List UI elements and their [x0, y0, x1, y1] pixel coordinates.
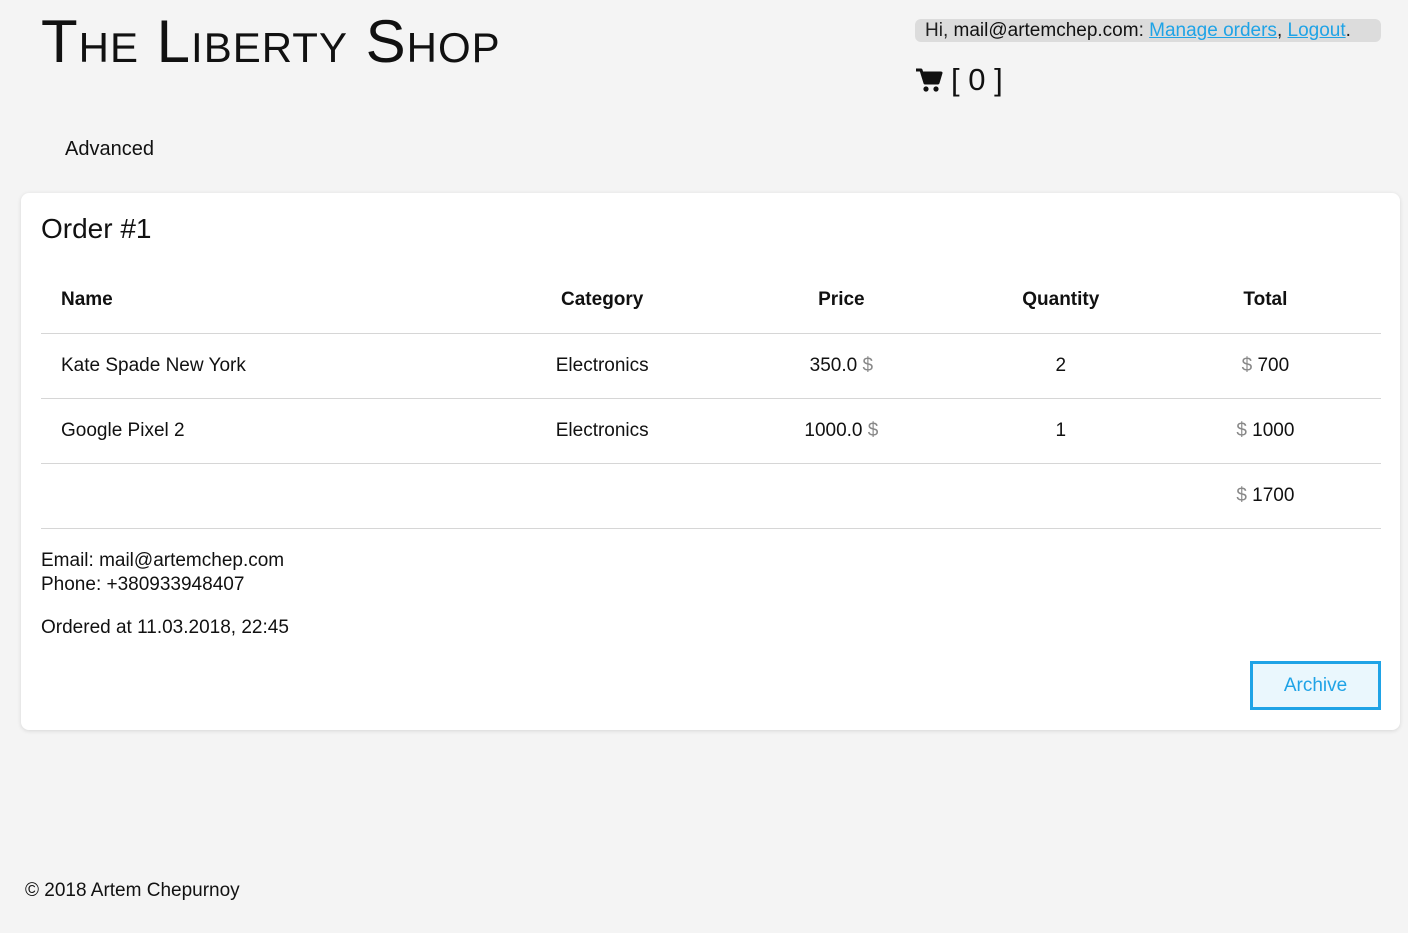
contact-info: Email: mail@artemchep.com Phone: +380933…: [41, 549, 284, 597]
total-value: 700: [1257, 354, 1290, 376]
item-price: 1000.0 $: [710, 398, 972, 464]
empty-cell: [710, 463, 972, 529]
order-items-table: Name Category Price Quantity Total Kate …: [41, 268, 1381, 529]
order-card: Order #1 Name Category Price Quantity To…: [21, 193, 1400, 730]
link-separator: ,: [1276, 20, 1288, 41]
shop-logo-title[interactable]: The Liberty Shop: [41, 10, 501, 74]
greeting-prefix: Hi,: [925, 20, 954, 41]
currency-symbol: $: [1236, 484, 1247, 506]
grand-total-row: $ 1700: [41, 463, 1381, 529]
currency-symbol: $: [862, 354, 874, 376]
user-bar: Hi, mail@artemchep.com: Manage orders, L…: [915, 19, 1381, 42]
footer-copyright: © 2018 Artem Chepurnoy: [25, 880, 240, 901]
item-category: Electronics: [493, 398, 711, 464]
column-header-name: Name: [41, 268, 494, 334]
shopping-cart-icon: [915, 67, 943, 93]
column-header-quantity: Quantity: [971, 268, 1150, 334]
table-row: Google Pixel 2 Electronics 1000.0 $ 1 $ …: [41, 398, 1381, 464]
currency-symbol: $: [1236, 419, 1247, 441]
ordered-at: Ordered at 11.03.2018, 22:45: [41, 617, 289, 638]
item-total: $ 1000: [1149, 398, 1381, 464]
archive-button[interactable]: Archive: [1250, 661, 1381, 710]
item-price: 350.0 $: [710, 333, 972, 399]
currency-symbol: $: [1241, 354, 1253, 376]
item-quantity: 2: [971, 333, 1150, 399]
item-quantity: 1: [971, 398, 1150, 464]
price-value: 350.0: [809, 354, 858, 376]
column-header-category: Category: [493, 268, 711, 334]
greeting-suffix: :: [1138, 20, 1150, 41]
cart-button[interactable]: [ 0 ]: [915, 62, 1003, 98]
customer-phone: Phone: +380933948407: [41, 574, 245, 595]
manage-orders-link[interactable]: Manage orders: [1149, 20, 1277, 41]
column-header-total: Total: [1149, 268, 1381, 334]
greeting-end: .: [1345, 20, 1351, 41]
table-row: Kate Spade New York Electronics 350.0 $ …: [41, 333, 1381, 399]
grand-total-value: 1700: [1252, 484, 1295, 506]
empty-cell: [971, 463, 1150, 529]
item-name: Kate Spade New York: [41, 333, 494, 399]
price-value: 1000.0: [804, 419, 863, 441]
grand-total: $ 1700: [1149, 463, 1381, 529]
item-total: $ 700: [1149, 333, 1381, 399]
currency-symbol: $: [867, 419, 879, 441]
nav-advanced-link[interactable]: Advanced: [65, 138, 154, 161]
cart-count: [ 0 ]: [951, 62, 1003, 97]
column-header-price: Price: [710, 268, 972, 334]
table-header-row: Name Category Price Quantity Total: [41, 268, 1381, 334]
total-value: 1000: [1252, 419, 1295, 441]
user-email: mail@artemchep.com: [953, 20, 1139, 41]
page: The Liberty Shop Hi, mail@artemchep.com:…: [0, 0, 1408, 933]
order-title: Order #1: [41, 213, 152, 244]
customer-email: Email: mail@artemchep.com: [41, 550, 285, 571]
empty-cell: [493, 463, 711, 529]
item-name: Google Pixel 2: [41, 398, 494, 464]
logout-link[interactable]: Logout: [1288, 20, 1346, 41]
item-category: Electronics: [493, 333, 711, 399]
empty-cell: [41, 463, 494, 529]
